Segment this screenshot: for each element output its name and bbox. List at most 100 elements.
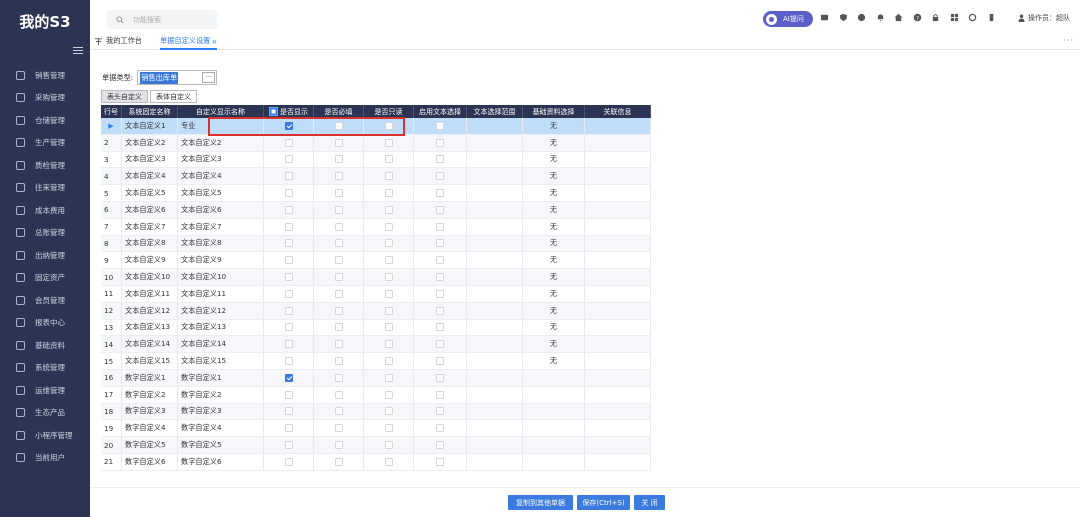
related-info-cell[interactable] <box>585 336 651 353</box>
sidebar-item-exchange[interactable]: 往来管理 <box>0 177 90 200</box>
globe-icon[interactable] <box>857 13 866 22</box>
required-checkbox[interactable] <box>334 138 343 147</box>
text-select-checkbox[interactable] <box>436 373 444 382</box>
text-select-checkbox[interactable] <box>436 441 444 450</box>
text-select-checkbox[interactable] <box>436 239 444 248</box>
required-checkbox[interactable] <box>334 357 343 366</box>
sidebar-item-member[interactable]: 会员管理 <box>0 289 90 312</box>
grid-icon[interactable] <box>950 13 959 22</box>
display-name-cell[interactable]: 文本自定义15 <box>178 353 264 369</box>
readonly-checkbox[interactable] <box>384 138 393 147</box>
table-row[interactable]: 5 文本自定义5 文本自定义5 无 <box>101 185 651 202</box>
readonly-checkbox[interactable] <box>384 323 393 332</box>
save-button[interactable]: 保存(Ctrl+S) <box>577 495 630 510</box>
required-checkbox[interactable] <box>334 289 343 298</box>
required-checkbox[interactable] <box>334 239 343 248</box>
close-tab-icon[interactable]: × <box>211 37 217 46</box>
table-row[interactable]: 20 数字自定义5 数字自定义5 <box>101 437 651 454</box>
text-select-checkbox[interactable] <box>436 256 444 265</box>
show-checkbox[interactable] <box>284 323 293 332</box>
show-checkbox[interactable] <box>284 138 293 147</box>
related-info-cell[interactable] <box>585 319 651 336</box>
ai-ask-button[interactable]: AI提问 <box>763 11 813 27</box>
text-range-cell[interactable] <box>467 386 523 403</box>
related-info-cell[interactable] <box>585 118 651 134</box>
sidebar-item-warehouse[interactable]: 仓储管理 <box>0 109 90 132</box>
table-row[interactable]: 2 文本自定义2 文本自定义2 无 <box>101 134 651 152</box>
text-range-cell[interactable] <box>467 353 523 369</box>
table-row[interactable]: 12 文本自定义12 文本自定义12 无 <box>101 302 651 320</box>
shield-icon[interactable] <box>839 13 848 22</box>
table-row[interactable]: 11 文本自定义11 文本自定义11 无 <box>101 285 651 303</box>
sidebar-item-settings[interactable]: 系统管理 <box>0 357 90 380</box>
readonly-checkbox[interactable] <box>384 189 393 198</box>
operator-info[interactable]: 操作员：超队 <box>1018 13 1070 23</box>
related-info-cell[interactable] <box>585 185 651 201</box>
text-range-cell[interactable] <box>467 201 523 218</box>
show-checkbox[interactable] <box>284 306 293 315</box>
search-input[interactable]: 功能搜索 <box>107 10 217 29</box>
table-row[interactable]: 10 文本自定义10 文本自定义10 无 <box>101 269 651 286</box>
text-select-checkbox[interactable] <box>436 205 444 214</box>
readonly-checkbox[interactable] <box>384 390 393 399</box>
display-name-cell[interactable]: 数字自定义3 <box>178 403 264 420</box>
text-range-cell[interactable] <box>467 151 523 168</box>
text-select-checkbox[interactable] <box>436 289 444 298</box>
display-name-cell[interactable]: 文本自定义14 <box>178 336 264 353</box>
bell-icon[interactable] <box>876 13 885 22</box>
required-checkbox[interactable] <box>334 441 343 450</box>
related-info-cell[interactable] <box>585 168 651 185</box>
readonly-checkbox[interactable] <box>384 424 393 433</box>
readonly-checkbox[interactable] <box>384 306 393 315</box>
show-checkbox[interactable] <box>284 357 293 366</box>
doc-type-lookup-button[interactable]: ··· <box>202 72 216 83</box>
display-name-cell[interactable]: 文本自定义11 <box>178 285 264 302</box>
text-range-cell[interactable] <box>467 453 523 470</box>
column-header[interactable]: 系统固定名称 <box>122 105 178 118</box>
readonly-checkbox[interactable] <box>384 172 393 181</box>
related-info-cell[interactable] <box>585 134 651 151</box>
show-checkbox[interactable] <box>284 340 293 349</box>
show-checkbox[interactable] <box>284 222 293 231</box>
table-row[interactable]: 4 文本自定义4 文本自定义4 无 <box>101 168 651 186</box>
readonly-checkbox[interactable] <box>384 289 393 298</box>
sidebar-item-report[interactable]: 报表中心 <box>0 312 90 335</box>
copy-to-other-docs-button[interactable]: 复制到其他单据 <box>508 495 573 510</box>
table-row[interactable]: 13 文本自定义13 文本自定义13 无 <box>101 319 651 337</box>
table-row[interactable]: 9 文本自定义9 文本自定义9 无 <box>101 252 651 270</box>
required-checkbox[interactable] <box>334 256 343 265</box>
sidebar-item-monitor[interactable]: 运维管理 <box>0 379 90 402</box>
text-select-checkbox[interactable] <box>436 189 444 198</box>
required-checkbox[interactable] <box>334 390 343 399</box>
related-info-cell[interactable] <box>585 151 651 168</box>
readonly-checkbox[interactable] <box>384 256 393 265</box>
tab-doc-custom-settings[interactable]: 单据自定义设置 × <box>160 36 218 50</box>
show-checkbox[interactable] <box>284 273 293 282</box>
column-header[interactable]: 文本选择范围 <box>467 105 523 118</box>
text-select-checkbox[interactable] <box>436 424 444 433</box>
readonly-checkbox[interactable] <box>384 273 393 282</box>
related-info-cell[interactable] <box>585 235 651 252</box>
text-select-checkbox[interactable] <box>436 390 444 399</box>
text-select-checkbox[interactable] <box>436 138 444 147</box>
readonly-checkbox[interactable] <box>384 441 393 450</box>
related-info-cell[interactable] <box>585 369 651 386</box>
table-row[interactable]: 8 文本自定义8 文本自定义8 无 <box>101 235 651 253</box>
readonly-checkbox[interactable] <box>384 340 393 349</box>
required-checkbox[interactable] <box>334 222 343 231</box>
column-header[interactable]: 是否必填 <box>314 105 364 118</box>
show-checkbox[interactable] <box>284 424 293 433</box>
sidebar-item-ledger[interactable]: 总账管理 <box>0 222 90 245</box>
message-icon[interactable] <box>820 13 829 22</box>
help-icon[interactable]: ? <box>913 13 922 22</box>
display-name-cell[interactable]: 数字自定义1 <box>178 369 264 386</box>
show-checkbox[interactable] <box>284 407 293 416</box>
display-name-cell[interactable]: 文本自定义5 <box>178 185 264 201</box>
column-header[interactable]: 基础资料选择 <box>523 105 585 118</box>
phone-icon[interactable] <box>987 13 996 22</box>
required-checkbox[interactable] <box>334 457 343 466</box>
display-name-cell[interactable]: 文本自定义12 <box>178 302 264 319</box>
text-range-cell[interactable] <box>467 168 523 185</box>
close-button[interactable]: 关 闭 <box>634 495 665 510</box>
required-checkbox[interactable] <box>334 407 343 416</box>
